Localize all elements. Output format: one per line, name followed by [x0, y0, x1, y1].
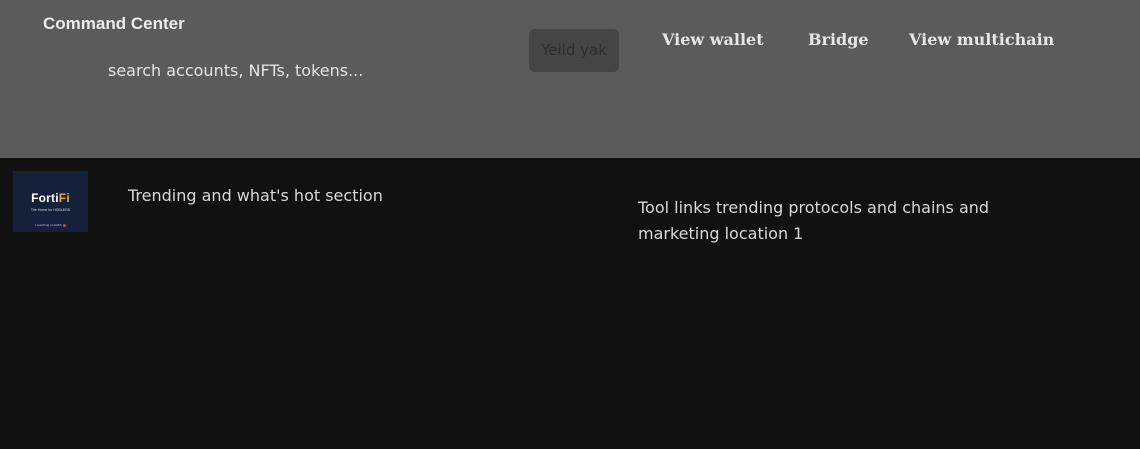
header-bar: Command Center search accounts, NFTs, to… — [0, 0, 1140, 158]
fortifi-logo[interactable]: FortiFi The Home for HODLERS Launching o… — [13, 171, 88, 232]
logo-wordmark-accent: Fi — [58, 191, 70, 205]
logo-footer: Launching on AVAX — [13, 223, 88, 227]
logo-footer-text: Launching on AVAX — [35, 223, 62, 227]
app-title: Command Center — [43, 14, 185, 33]
nav-bridge[interactable]: Bridge — [808, 30, 869, 49]
tool-links-section-label: Tool links trending protocols and chains… — [638, 198, 990, 243]
logo-wordmark: FortiFi — [13, 191, 88, 205]
logo-tagline: The Home for HODLERS — [30, 208, 71, 212]
search-input[interactable]: search accounts, NFTs, tokens... — [108, 61, 488, 83]
avax-icon — [62, 223, 66, 227]
nav-view-wallet[interactable]: View wallet — [662, 30, 764, 49]
trending-section-label: Trending and what's hot section — [128, 186, 383, 205]
nav-view-multichain[interactable]: View multichain — [909, 30, 1054, 49]
yield-yak-button[interactable]: Yeild yak — [529, 29, 619, 72]
logo-wordmark-main: Forti — [31, 191, 59, 205]
